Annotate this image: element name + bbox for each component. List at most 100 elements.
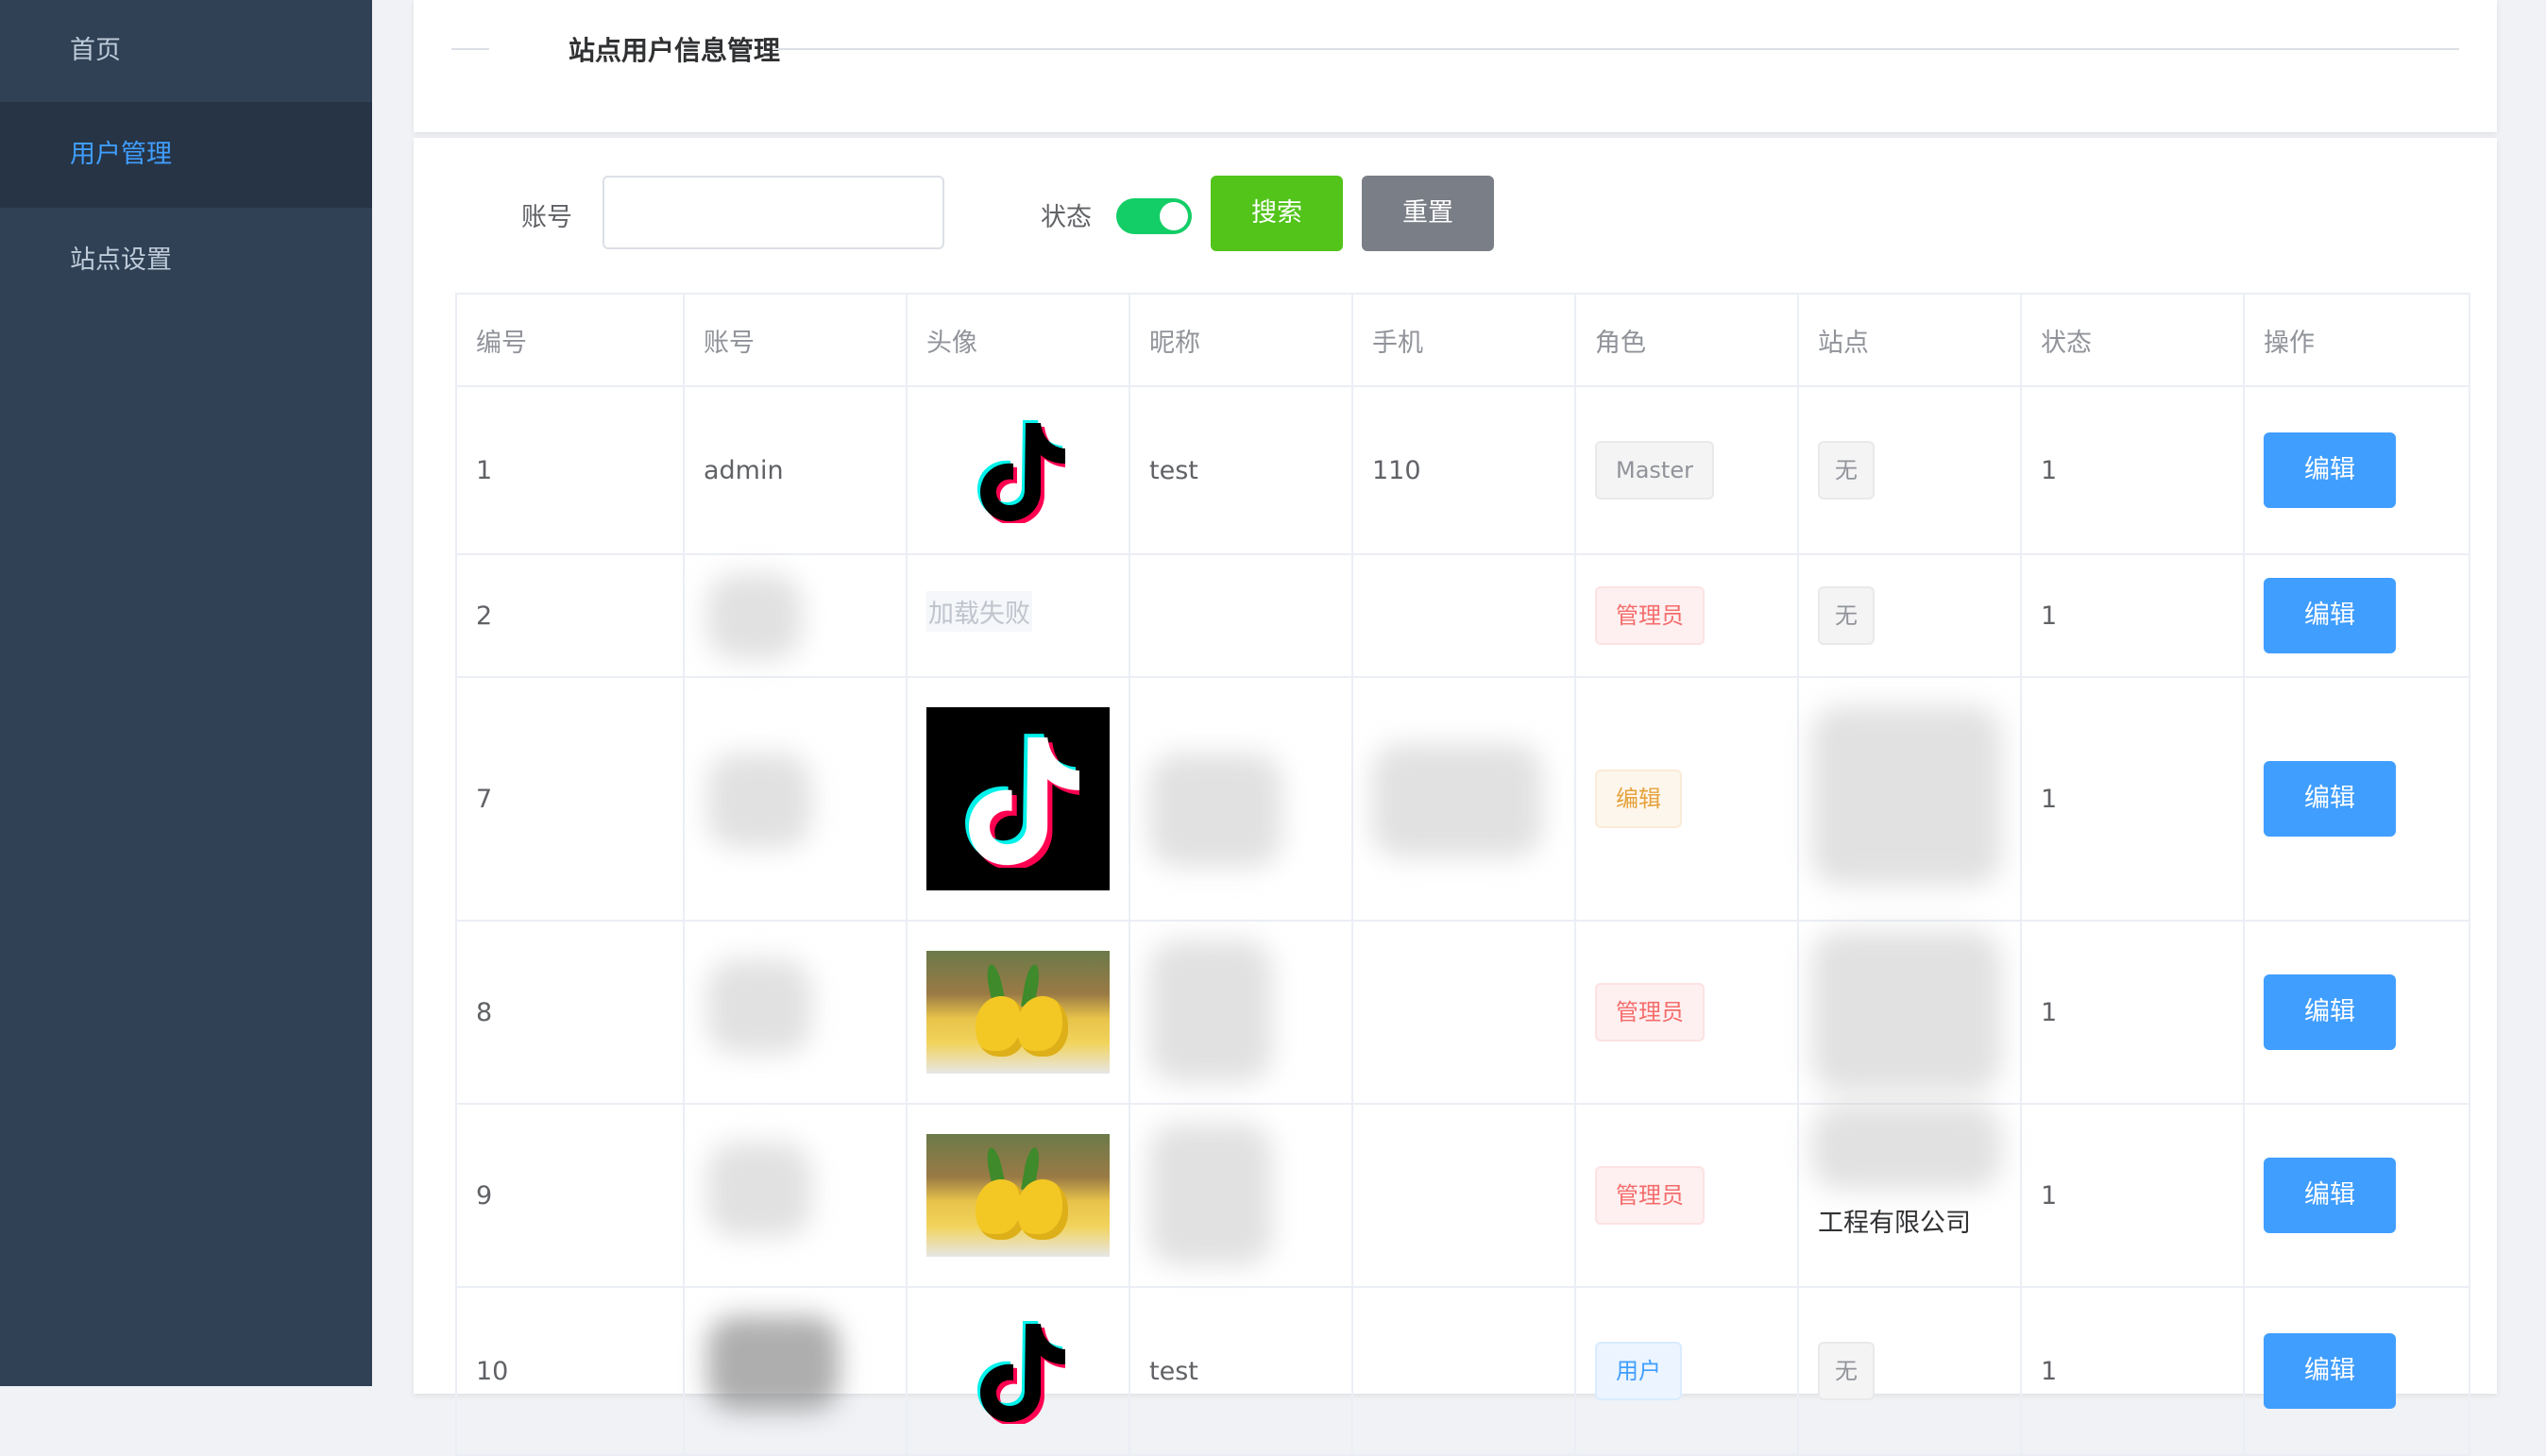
cell-account [685, 1105, 908, 1286]
cell-role: 管理员 [1576, 922, 1799, 1103]
cell-status: 1 [2022, 1288, 2245, 1454]
cell-role: 管理员 [1576, 555, 1799, 676]
cell-avatar [908, 1105, 1130, 1286]
redacted-blur [707, 1143, 811, 1237]
edit-button[interactable]: 编辑 [2264, 761, 2396, 837]
tiktok-icon [965, 734, 1079, 868]
redacted-blur [707, 753, 811, 848]
redacted-blur [707, 574, 802, 659]
sidebar-item-site-settings[interactable]: 站点设置 [0, 208, 372, 313]
redacted-blur [1812, 706, 2001, 886]
title-divider-right [772, 48, 2459, 50]
cell-avatar: 加载失败 [908, 555, 1130, 676]
edit-button[interactable]: 编辑 [2264, 578, 2396, 653]
table-row: 2 加载失败 管理员 无 1 编辑 [457, 555, 2470, 678]
cell-action: 编辑 [2245, 922, 2470, 1103]
redacted-blur [1812, 1105, 2001, 1190]
role-tag: Master [1595, 441, 1714, 499]
cell-phone [1353, 922, 1576, 1103]
sidebar-item-user-management[interactable]: 用户管理 [0, 102, 372, 208]
column-header: 账号 [685, 295, 908, 385]
pineapple-avatar [926, 951, 1110, 1074]
column-header: 状态 [2022, 295, 2245, 385]
table-header: 编号 账号 头像 昵称 手机 角色 站点 状态 操作 [457, 295, 2470, 387]
cell-status: 1 [2022, 678, 2245, 920]
cell-phone [1353, 678, 1576, 920]
table-row: 9 管理员 工程有限公司 1 编辑 [457, 1105, 2470, 1288]
cell-avatar [908, 678, 1130, 920]
user-table: 编号 账号 头像 昵称 手机 角色 站点 状态 操作 1 admin test … [455, 293, 2470, 1456]
cell-account [685, 678, 908, 920]
cell-phone [1353, 555, 1576, 676]
role-tag: 管理员 [1595, 586, 1705, 645]
column-header: 手机 [1353, 295, 1576, 385]
cell-action: 编辑 [2245, 387, 2470, 553]
tiktok-black-avatar [926, 707, 1110, 890]
cell-nickname: test [1130, 387, 1353, 553]
search-button[interactable]: 搜索 [1211, 176, 1343, 251]
cell-avatar [908, 922, 1130, 1103]
cell-nickname: test [1130, 1288, 1353, 1454]
cell-id: 2 [457, 555, 685, 676]
cell-action: 编辑 [2245, 555, 2470, 676]
edit-button[interactable]: 编辑 [2264, 432, 2396, 508]
pineapple-avatar [926, 1134, 1110, 1257]
redacted-blur [707, 1316, 840, 1411]
cell-role: Master [1576, 387, 1799, 553]
column-header: 操作 [2245, 295, 2470, 385]
cell-role: 用户 [1576, 1288, 1799, 1454]
page-title: 站点用户信息管理 [569, 35, 781, 66]
cell-id: 10 [457, 1288, 685, 1454]
status-switch[interactable] [1116, 198, 1192, 234]
cell-action: 编辑 [2245, 678, 2470, 920]
avatar-load-failed: 加载失败 [926, 590, 1032, 632]
role-tag: 用户 [1595, 1342, 1682, 1400]
cell-account [685, 555, 908, 676]
cell-account [685, 922, 908, 1103]
column-header: 昵称 [1130, 295, 1353, 385]
table-row: 10 test 用户 无 1 编辑 [457, 1288, 2470, 1456]
table-row: 1 admin test 110 Master 无 1 编辑 [457, 387, 2470, 555]
cell-site [1799, 678, 2022, 920]
redacted-blur [1372, 744, 1542, 857]
role-tag: 管理员 [1595, 983, 1705, 1041]
pineapple-fruit [1017, 1179, 1068, 1240]
account-input[interactable] [603, 176, 944, 249]
column-header: 站点 [1799, 295, 2022, 385]
cell-role: 管理员 [1576, 1105, 1799, 1286]
cell-nickname [1130, 922, 1353, 1103]
cell-status: 1 [2022, 922, 2245, 1103]
pineapple-fruit [1017, 996, 1068, 1057]
cell-status: 1 [2022, 555, 2245, 676]
cell-nickname [1130, 678, 1353, 920]
cell-site [1799, 922, 2022, 1103]
site-tag: 无 [1818, 586, 1875, 645]
title-divider-left [451, 48, 489, 50]
tiktok-icon [977, 1321, 1065, 1424]
cell-id: 8 [457, 922, 685, 1103]
cell-id: 9 [457, 1105, 685, 1286]
cell-nickname [1130, 555, 1353, 676]
status-label: 状态 [1041, 203, 1092, 232]
switch-knob [1160, 202, 1188, 230]
main-content: 站点用户信息管理 账号 状态 搜索 重置 编号 账号 头像 昵称 手机 角色 站… [372, 0, 2546, 1456]
site-tag: 无 [1818, 1342, 1875, 1400]
column-header: 角色 [1576, 295, 1799, 385]
edit-button[interactable]: 编辑 [2264, 1158, 2396, 1233]
cell-account: admin [685, 387, 908, 553]
sidebar: 首页 用户管理 站点设置 [0, 0, 372, 1386]
cell-status: 1 [2022, 387, 2245, 553]
main-card: 账号 状态 搜索 重置 编号 账号 头像 昵称 手机 角色 站点 状态 操作 1… [414, 138, 2497, 1456]
cell-site: 无 [1799, 555, 2022, 676]
redacted-blur [1149, 940, 1272, 1082]
table-row: 8 管理员 1 编辑 [457, 922, 2470, 1105]
cell-avatar [908, 1288, 1130, 1454]
cell-phone [1353, 1288, 1576, 1454]
edit-button[interactable]: 编辑 [2264, 974, 2396, 1050]
cell-account [685, 1288, 908, 1454]
edit-button[interactable]: 编辑 [2264, 1333, 2396, 1409]
table-row: 7 编辑 1 编辑 [457, 678, 2470, 922]
reset-button[interactable]: 重置 [1362, 176, 1494, 251]
cell-action: 编辑 [2245, 1288, 2470, 1454]
sidebar-item-home[interactable]: 首页 [0, 0, 372, 102]
